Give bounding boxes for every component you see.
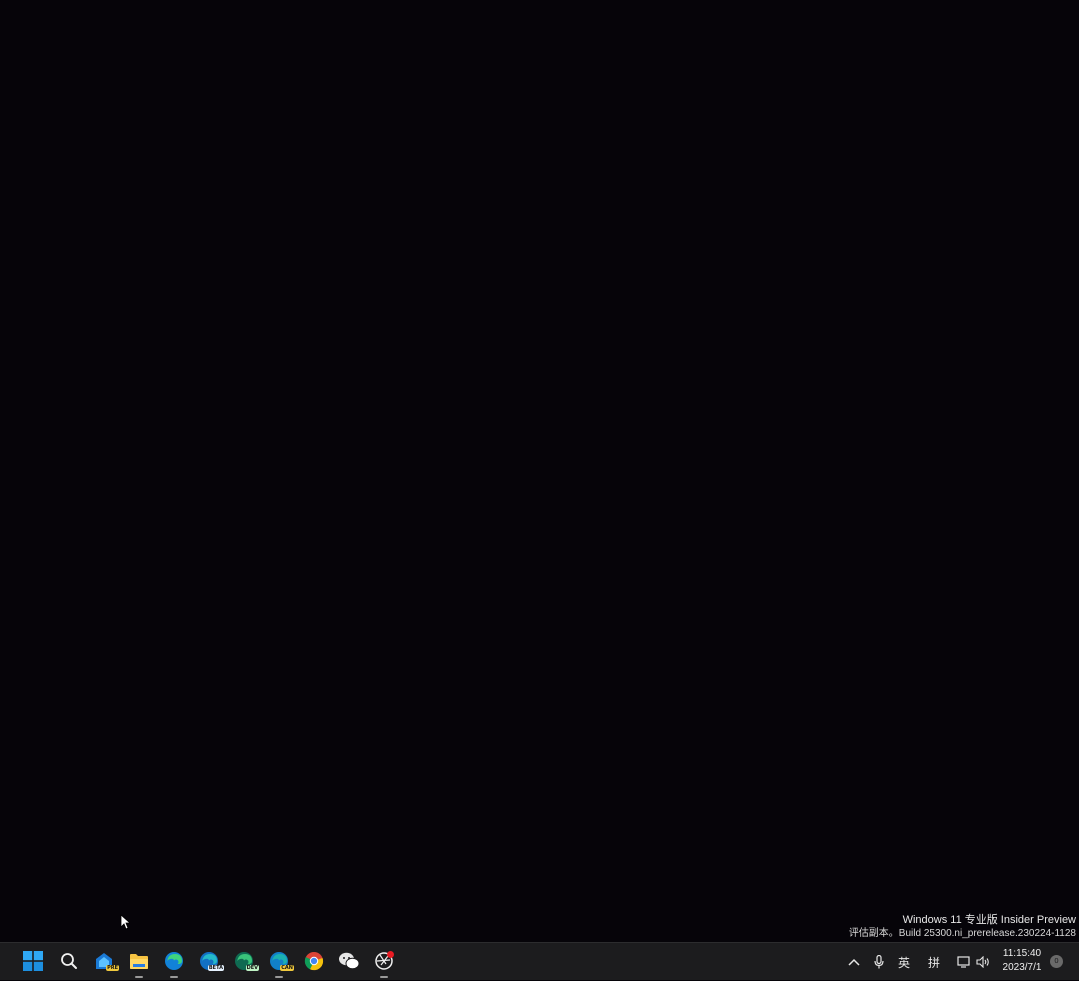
speaker-icon: [976, 956, 989, 968]
edge-dev-badge: DEV: [245, 965, 259, 971]
chevron-up-icon: [848, 958, 860, 966]
taskbar-edge-canary[interactable]: CAN: [266, 948, 294, 978]
taskbar-wechat[interactable]: [336, 948, 362, 974]
desktop[interactable]: Windows 11 专业版 Insider Preview 评估副本。Buil…: [0, 0, 1079, 942]
microphone-button[interactable]: [870, 943, 888, 981]
watermark-build: 评估副本。Build 25300.ni_prerelease.230224-11…: [848, 928, 1076, 939]
windows-logo-icon: [23, 951, 43, 971]
edge-canary-badge: CAN: [280, 965, 294, 971]
taskbar-app-recorder[interactable]: [371, 948, 397, 978]
clock-date: 2023/7/1: [1002, 962, 1042, 973]
running-indicator: [380, 976, 388, 978]
volume-button[interactable]: [974, 943, 992, 981]
microphone-icon: [874, 955, 884, 969]
network-button[interactable]: [954, 943, 974, 981]
app-badge-label: PRE: [106, 965, 119, 971]
ime-mode-toggle[interactable]: 拼: [924, 943, 944, 981]
wechat-icon: [339, 952, 360, 970]
clock-time: 11:15:40: [1002, 948, 1042, 959]
network-icon: [957, 956, 970, 968]
notification-badge[interactable]: 0: [1050, 955, 1063, 968]
edge-icon: [165, 952, 183, 970]
taskbar-chrome[interactable]: [301, 948, 327, 974]
taskbar-edge-dev[interactable]: DEV: [231, 948, 259, 974]
start-button[interactable]: [20, 948, 46, 974]
aperture-icon: [375, 951, 394, 970]
edge-beta-badge: BETA: [207, 965, 224, 971]
ime-language-toggle[interactable]: 英: [894, 943, 914, 981]
taskbar: PRE BETA DEV CAN 英 拼 11:15:40 2023/7/1 0: [0, 942, 1079, 980]
search-icon: [61, 953, 77, 969]
taskbar-app-1[interactable]: PRE: [91, 948, 119, 974]
chrome-icon: [304, 952, 324, 971]
mouse-cursor-icon: [120, 914, 130, 930]
running-indicator: [135, 976, 143, 978]
show-hidden-icons-button[interactable]: [844, 943, 864, 981]
watermark-edition: Windows 11 专业版 Insider Preview: [902, 914, 1076, 926]
windows-watermark: Windows 11 专业版 Insider Preview 评估副本。Buil…: [849, 913, 1076, 941]
running-indicator: [170, 976, 178, 978]
running-indicator: [275, 976, 283, 978]
taskbar-file-explorer[interactable]: [126, 948, 152, 978]
folder-icon: [130, 954, 148, 969]
taskbar-edge[interactable]: [161, 948, 187, 978]
search-button[interactable]: [56, 948, 82, 974]
taskbar-clock[interactable]: 11:15:40 2023/7/1: [996, 947, 1048, 975]
taskbar-edge-beta[interactable]: BETA: [196, 948, 224, 974]
